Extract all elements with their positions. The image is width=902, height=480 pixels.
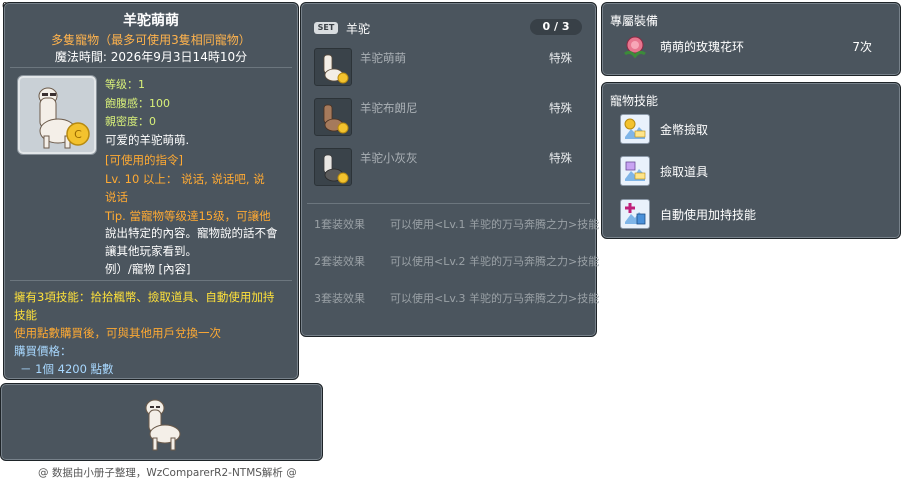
skill-row[interactable]: 金幣撿取 bbox=[620, 114, 880, 144]
stat-level: 等级：1 bbox=[105, 78, 145, 91]
set-effect-value: 可以使用<Lv.3 羊驼的万马奔腾之力>技能 bbox=[390, 292, 600, 305]
set-item-name: 羊驼萌萌 bbox=[360, 51, 406, 65]
skill-label: 自動使用加持技能 bbox=[660, 208, 757, 222]
divider bbox=[10, 280, 292, 281]
divider bbox=[10, 67, 292, 68]
set-badge: SET bbox=[314, 22, 338, 34]
pet-description: 可爱的羊驼萌萌. bbox=[105, 133, 190, 147]
set-panel: SET 羊驼 0 / 3 羊驼萌萌 特殊 羊驼布朗尼 特殊 羊驼小灰灰 特殊 1… bbox=[300, 2, 600, 337]
pet-icon-frame: C bbox=[17, 75, 97, 155]
set-item-name: 羊驼布朗尼 bbox=[360, 101, 418, 115]
exclusive-title: 專屬裝備 bbox=[610, 14, 659, 28]
set-item-row[interactable]: 羊驼布朗尼 特殊 bbox=[314, 98, 586, 138]
skill-row[interactable]: 自動使用加持技能 bbox=[620, 199, 880, 229]
stat-fullness: 飽腹感：100 bbox=[105, 97, 170, 110]
alpaca-icon: C bbox=[38, 87, 90, 149]
exclusive-equip-panel: 專屬裝備 萌萌的玫瑰花环 7次 bbox=[601, 2, 901, 76]
pet-skills-panel: 寵物技能 金幣撿取 撿取道具 自動使用加持技能 bbox=[601, 82, 901, 239]
price-value: － 1個 4200 點數 bbox=[20, 362, 114, 376]
set-item-type: 特殊 bbox=[549, 101, 572, 115]
alpaca-white-icon bbox=[314, 48, 352, 86]
stat-closeness: 親密度：0 bbox=[105, 115, 156, 128]
set-effect-value: 可以使用<Lv.2 羊驼的万马奔腾之力>技能 bbox=[390, 255, 600, 268]
tip-line-2: 說出特定的內容。寵物說的話不會 bbox=[105, 226, 278, 240]
set-name: 羊驼 bbox=[346, 22, 371, 36]
commands-header: [可使用的指令] bbox=[105, 153, 183, 167]
skill-label: 撿取道具 bbox=[660, 165, 709, 179]
set-item-type: 特殊 bbox=[549, 51, 572, 65]
skill-row[interactable]: 撿取道具 bbox=[620, 156, 880, 186]
divider bbox=[307, 203, 590, 204]
set-item-row[interactable]: 羊驼小灰灰 特殊 bbox=[314, 148, 586, 188]
tip-line-3: 讓其他玩家看到。 bbox=[105, 244, 197, 258]
skills-summary-line-2: 技能 bbox=[14, 308, 37, 322]
skill-label: 金幣撿取 bbox=[660, 123, 709, 137]
alpaca-brown-icon bbox=[314, 98, 352, 136]
magic-time: 魔法時間: 2026年9月3日14時10分 bbox=[54, 50, 248, 64]
footer-credit: @ 数据由小册子整理，WzComparerR2-NTMS解析 @ bbox=[38, 467, 297, 479]
set-item-name: 羊驼小灰灰 bbox=[360, 151, 418, 165]
set-effect-value: 可以使用<Lv.1 羊驼的万马奔腾之力>技能 bbox=[390, 218, 600, 231]
exclusive-item-name: 萌萌的玫瑰花环 bbox=[660, 40, 745, 54]
skills-title: 寵物技能 bbox=[610, 94, 659, 108]
exclusive-item-count: 7次 bbox=[852, 40, 872, 54]
set-count-badge: 0 / 3 bbox=[530, 19, 582, 35]
set-effect-key: 3套装效果 bbox=[314, 292, 365, 305]
commands-line-1: Lv. 10 以上： 说话, 说话吧, 说 bbox=[105, 172, 265, 186]
pet-subtitle: 多隻寵物（最多可使用3隻相同寵物） bbox=[51, 33, 251, 47]
alpaca-gray-icon bbox=[314, 148, 352, 186]
item-pickup-icon bbox=[620, 156, 650, 186]
skills-summary-line-1: 擁有3項技能：拾拾楓幣、撿取道具、自動使用加持 bbox=[14, 290, 275, 304]
exchange-note: 使用點數購買後，可與其他用戶兌換一次 bbox=[14, 326, 221, 340]
set-item-type: 特殊 bbox=[549, 151, 572, 165]
auto-buff-icon bbox=[620, 199, 650, 229]
alpaca-preview-icon bbox=[139, 396, 183, 452]
svg-text:C: C bbox=[74, 128, 82, 141]
rose-wreath-icon[interactable] bbox=[620, 32, 650, 62]
tip-line-1: Tip. 當寵物等级達15级，可讓他 bbox=[105, 209, 271, 223]
price-label: 購買價格： bbox=[14, 344, 72, 358]
pet-title: 羊驼萌萌 bbox=[123, 13, 179, 29]
pet-tooltip-panel: 羊驼萌萌 多隻寵物（最多可使用3隻相同寵物） 魔法時間: 2026年9月3日14… bbox=[3, 2, 299, 380]
set-effect-key: 1套装效果 bbox=[314, 218, 365, 231]
coin-pickup-icon bbox=[620, 114, 650, 144]
commands-line-2: 说话 bbox=[105, 190, 128, 204]
pet-preview-panel bbox=[0, 383, 323, 461]
set-item-row[interactable]: 羊驼萌萌 特殊 bbox=[314, 48, 586, 88]
set-effect-key: 2套装效果 bbox=[314, 255, 365, 268]
tip-line-4: 例）/寵物 [內容] bbox=[105, 262, 191, 276]
